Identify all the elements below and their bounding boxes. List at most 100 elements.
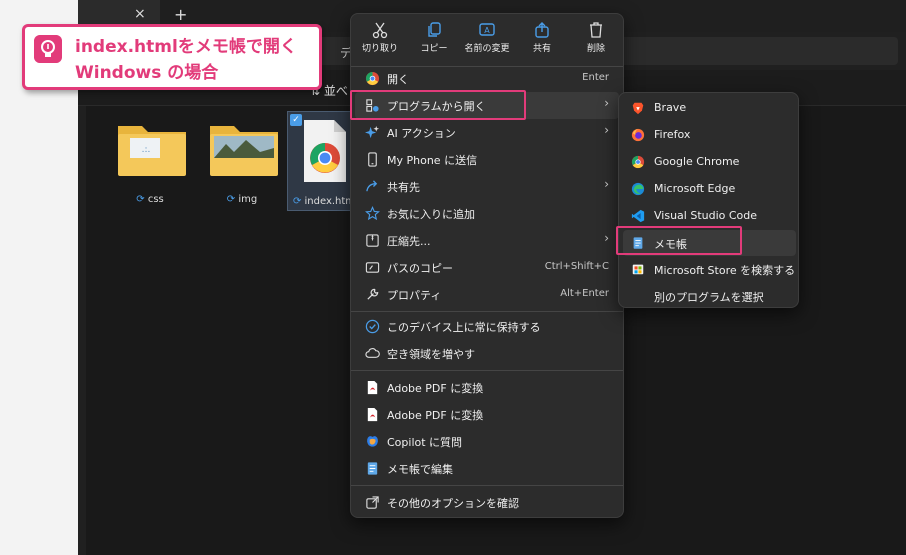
delete-label: 削除: [586, 44, 605, 54]
submenu-item-edge[interactable]: Microsoft Edge: [623, 176, 796, 202]
menu-item-keep-on-device[interactable]: このデバイス上に常に保持する: [355, 313, 619, 340]
separator: [351, 485, 623, 486]
sync-icon: ⟳: [292, 196, 302, 207]
menu-item-ask-copilot[interactable]: Copilot に質問: [355, 428, 619, 455]
sort-label: 並べ: [323, 84, 348, 98]
cut-label: 切り取り: [361, 44, 398, 54]
share-button[interactable]: 共有: [515, 20, 569, 60]
menu-item-convert-pdf-2[interactable]: Adobe PDF に変換: [355, 401, 619, 428]
lightbulb-icon: [34, 35, 62, 63]
menu-item-properties[interactable]: プロパティ Alt+Enter: [355, 281, 619, 308]
menu-item-label: その他のオプションを確認: [387, 497, 519, 510]
submenu-item-label: Microsoft Store を検索する: [654, 264, 796, 277]
submenu-item-label: Firefox: [654, 128, 691, 141]
menu-item-label: 空き領域を増やす: [387, 348, 475, 361]
close-tab-icon[interactable]: ×: [134, 6, 146, 22]
submenu-item-chrome[interactable]: Google Chrome: [623, 149, 796, 175]
menu-item-label: My Phone に送信: [387, 154, 478, 167]
submenu-item-store-search[interactable]: Microsoft Store を検索する: [623, 256, 796, 282]
menu-item-compress[interactable]: 圧縮先... ›: [355, 227, 619, 254]
menu-item-open[interactable]: 開く Enter: [355, 65, 619, 92]
separator: [351, 311, 623, 312]
context-menu: 切り取り コピー A 名前の変更 共有 削除 開く Enter プログラムから開…: [350, 13, 624, 518]
file-name-label: img: [238, 194, 258, 205]
chevron-right-icon: ›: [604, 177, 609, 191]
submenu-item-label: Brave: [654, 101, 687, 114]
menu-item-edit-notepad[interactable]: メモ帳で編集: [355, 455, 619, 482]
submenu-item-label: Google Chrome: [654, 155, 740, 168]
menu-item-label: 開く: [387, 73, 409, 86]
adobe-pdf-icon: [367, 380, 378, 395]
path-icon: [365, 262, 380, 273]
rename-icon: A: [479, 23, 495, 36]
copy-label: コピー: [420, 44, 448, 54]
menu-item-send-to-phone[interactable]: My Phone に送信: [355, 146, 619, 173]
svg-text:.:.: .:.: [142, 145, 151, 155]
menu-item-label: 共有先: [387, 181, 420, 194]
cloud-sync-icon: [365, 319, 380, 334]
menu-item-label: パスのコピー: [387, 262, 453, 275]
menu-item-copy-path[interactable]: パスのコピー Ctrl+Shift+C: [355, 254, 619, 281]
share-icon: [535, 22, 549, 38]
separator: [351, 370, 623, 371]
shortcut-label: Alt+Enter: [560, 288, 609, 299]
new-tab-button[interactable]: +: [174, 5, 187, 24]
cut-button[interactable]: 切り取り: [353, 20, 407, 60]
firefox-icon: [631, 128, 645, 142]
phone-icon: [368, 152, 377, 167]
folder-icon: [210, 126, 278, 176]
file-name-label: css: [147, 194, 164, 205]
rename-button[interactable]: A 名前の変更: [460, 20, 514, 60]
cloud-icon: [365, 348, 380, 358]
submenu-item-label: Visual Studio Code: [654, 209, 758, 222]
chevron-right-icon: ›: [604, 123, 609, 137]
zip-icon: [366, 234, 379, 247]
instruction-callout: index.htmlをメモ帳で開く Windows の場合: [22, 24, 322, 90]
sync-icon: ⟳: [226, 194, 236, 205]
svg-text:A: A: [484, 26, 490, 35]
folder-item-img[interactable]: ⟳ img: [200, 120, 284, 216]
sync-icon: ⟳: [136, 194, 145, 205]
callout-title: index.htmlをメモ帳で開く: [75, 37, 297, 57]
html-file-icon: [304, 120, 346, 182]
edge-icon: [631, 182, 645, 196]
menu-item-label: お気に入りに追加: [387, 208, 475, 221]
menu-item-label: 圧縮先...: [387, 235, 431, 248]
submenu-item-choose-another[interactable]: 別のプログラムを選択: [623, 283, 796, 309]
trash-icon: [590, 22, 602, 38]
menu-item-free-up-space[interactable]: 空き領域を増やす: [355, 340, 619, 367]
menu-item-label: このデバイス上に常に保持する: [387, 321, 541, 334]
submenu-item-brave[interactable]: Brave: [623, 95, 796, 121]
rename-label: 名前の変更: [464, 44, 510, 54]
share-icon: [366, 180, 378, 192]
submenu-item-firefox[interactable]: Firefox: [623, 122, 796, 148]
scissors-icon: [372, 22, 388, 39]
ai-sparkle-icon: [365, 125, 380, 139]
star-icon: [365, 206, 380, 221]
open-with-highlight-box: [350, 90, 526, 120]
folder-icon: .:.: [118, 126, 186, 176]
notepad-highlight-box: [616, 226, 742, 255]
chrome-icon: [631, 155, 645, 169]
chrome-icon: [365, 71, 380, 86]
share-label: 共有: [532, 44, 551, 54]
copilot-icon: [367, 436, 378, 447]
checkbox-checked-icon[interactable]: ✓: [290, 114, 302, 126]
menu-item-share-to[interactable]: 共有先 ›: [355, 173, 619, 200]
copy-button[interactable]: コピー: [407, 20, 461, 60]
delete-button[interactable]: 削除: [569, 20, 623, 60]
adobe-pdf-icon: [367, 407, 378, 422]
context-menu-toolbar: 切り取り コピー A 名前の変更 共有 削除: [351, 14, 623, 64]
menu-item-more-options[interactable]: その他のオプションを確認: [355, 489, 619, 516]
menu-item-add-favorite[interactable]: お気に入りに追加: [355, 200, 619, 227]
folder-item-css[interactable]: .:. ⟳ css: [108, 120, 192, 216]
store-icon: [632, 264, 644, 275]
menu-item-convert-pdf-1[interactable]: Adobe PDF に変換: [355, 374, 619, 401]
chevron-right-icon: ›: [604, 96, 609, 110]
notepad-icon: [367, 462, 378, 475]
file-name-label: index.htm: [304, 196, 356, 207]
shortcut-label: Enter: [582, 72, 609, 83]
menu-item-label: Adobe PDF に変換: [387, 409, 484, 422]
menu-item-label: プロパティ: [387, 289, 442, 302]
menu-item-ai-actions[interactable]: AI アクション ›: [355, 119, 619, 146]
